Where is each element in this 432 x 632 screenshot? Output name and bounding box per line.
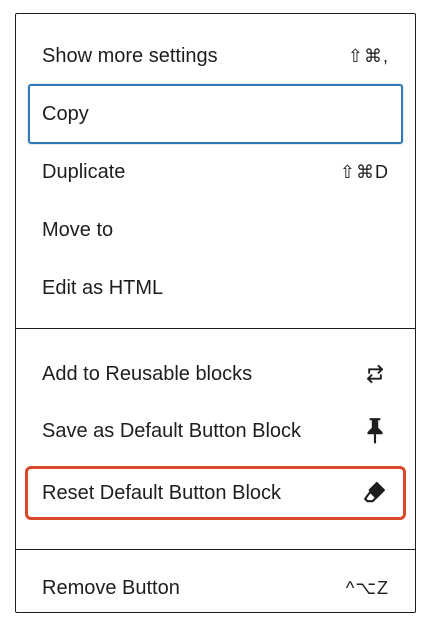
move-to-item[interactable]: Move to [28, 210, 403, 250]
menu-group-remove: Remove Button ^⌥Z [16, 550, 415, 614]
menu-item-label: Save as Default Button Block [42, 419, 302, 442]
menu-item-label: Show more settings [42, 44, 218, 67]
eraser-icon [361, 479, 389, 507]
menu-item-label: Add to Reusable blocks [42, 362, 253, 385]
menu-group-primary: Show more settings ⇧⌘, Copy Duplicate ⇧⌘… [16, 14, 415, 328]
keyboard-shortcut: ⇧⌘D [339, 161, 389, 182]
menu-item-label: Move to [42, 218, 114, 241]
remove-button-item[interactable]: Remove Button ^⌥Z [28, 568, 403, 608]
reset-default-block-item[interactable]: Reset Default Button Block [25, 466, 406, 520]
menu-item-label: Remove Button [42, 576, 180, 599]
menu-group-reusable: Add to Reusable blocks Save as Default B… [16, 329, 415, 549]
menu-item-label: Copy [42, 102, 89, 125]
menu-item-label: Duplicate [42, 160, 126, 183]
block-settings-menu: Show more settings ⇧⌘, Copy Duplicate ⇧⌘… [15, 13, 416, 613]
save-as-default-block-item[interactable]: Save as Default Button Block [28, 411, 403, 451]
edit-as-html-item[interactable]: Edit as HTML [28, 268, 403, 308]
keyboard-shortcut: ⇧⌘, [347, 45, 389, 66]
show-more-settings-item[interactable]: Show more settings ⇧⌘, [28, 36, 403, 76]
menu-item-label: Reset Default Button Block [42, 481, 282, 504]
pin-icon [361, 417, 389, 445]
add-to-reusable-blocks-item[interactable]: Add to Reusable blocks [28, 354, 403, 394]
reusable-blocks-icon [361, 360, 389, 388]
keyboard-shortcut: ^⌥Z [345, 577, 389, 598]
copy-item[interactable]: Copy [28, 84, 403, 144]
duplicate-item[interactable]: Duplicate ⇧⌘D [28, 152, 403, 192]
menu-item-label: Edit as HTML [42, 276, 164, 299]
